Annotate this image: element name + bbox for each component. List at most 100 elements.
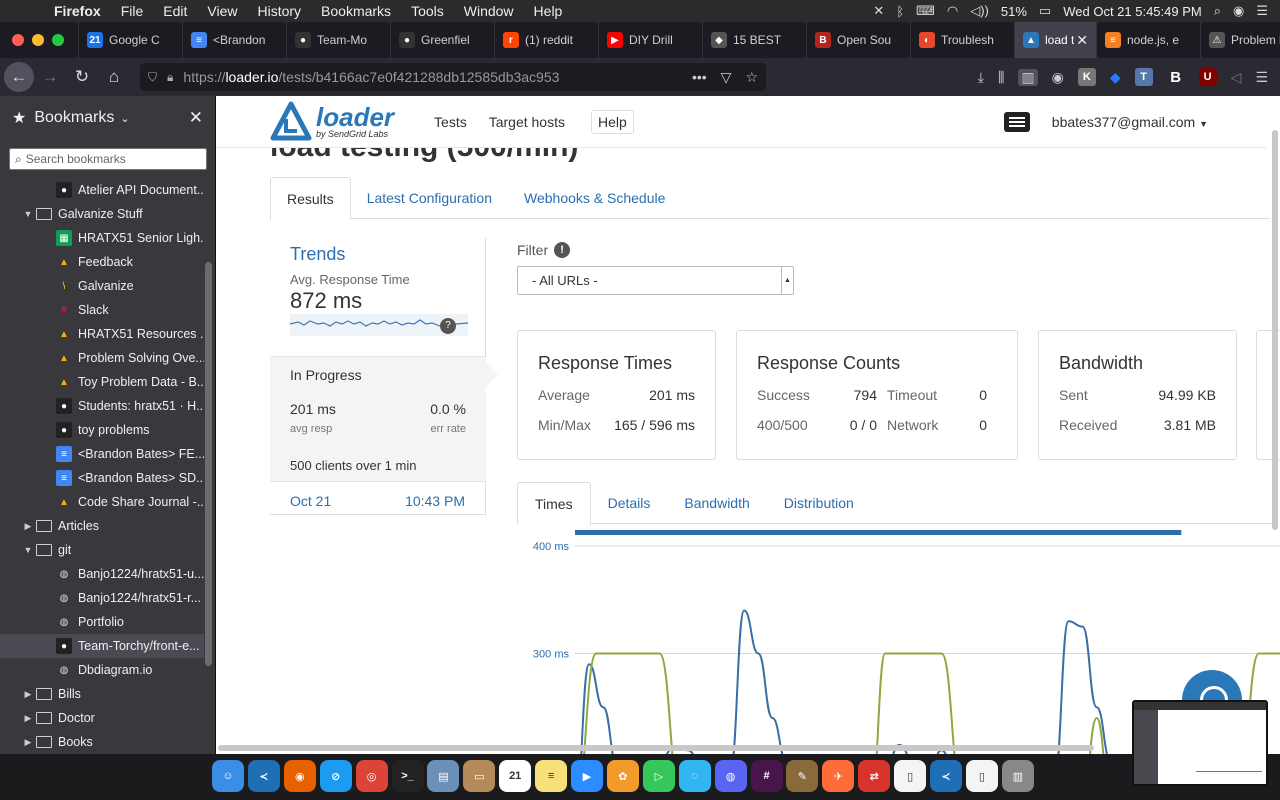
back-button[interactable]: ← [4,62,34,92]
bookmark-folder[interactable]: ▶ Articles [0,514,204,538]
tab-webhooks-schedule[interactable]: Webhooks & Schedule [508,177,681,219]
dock-app-terminal[interactable]: >_ [391,760,424,792]
bookmark-folder[interactable]: ▼ Galvanize Stuff [0,202,204,226]
chevron-down-icon[interactable]: ⌄ [120,112,129,125]
keyboard-icon[interactable]: ⌨ [916,3,935,19]
menu-tools[interactable]: Tools [401,3,454,19]
notification-center-icon[interactable]: ☰ [1256,3,1268,19]
dock-app-zoom[interactable]: ▶ [571,760,603,792]
dock-app-photos[interactable]: ✿ [606,760,639,792]
bookmark-item[interactable]: # Slack [0,298,204,322]
bookmark-folder[interactable]: ▶ Bills [0,682,204,706]
browser-tab[interactable]: ≡ node.js, e [1096,22,1200,58]
browser-tab[interactable]: ⚠ Problem l [1200,22,1280,58]
menu-file[interactable]: File [111,3,154,19]
bookmark-item[interactable]: ▲ Feedback [0,250,204,274]
bookmark-star-icon[interactable]: ☆ [745,69,758,86]
bookmark-item[interactable]: ◍ Dbdiagram.io [0,658,204,682]
url-filter-select[interactable]: - All URLs - ▲ [517,266,794,295]
chevron-right-icon[interactable]: ▶ [20,689,36,700]
menu-icon[interactable]: ☰ [1255,69,1268,86]
dock-app-trash[interactable]: ▥ [1001,760,1034,792]
url-bar[interactable]: ⛉ 🔒︎ https://loader.io/tests/b4166ac7e0f… [140,63,766,91]
browser-tab[interactable]: ◆ 15 BEST [702,22,806,58]
dock-app-preview[interactable]: ▤ [427,760,460,792]
ublock-icon[interactable]: U [1198,68,1217,86]
shield-icon[interactable]: ⛉ [148,70,157,85]
dock-app-messages[interactable]: ◌ [678,760,711,792]
browser-tab[interactable]: ● Greenfiel [390,22,494,58]
dock-app-document[interactable]: ▯ [965,760,998,792]
bookmark-item[interactable]: ▲ Problem Solving Ove... [0,346,204,370]
tab-bandwidth[interactable]: Bandwidth [667,482,766,524]
dock-app-finder[interactable]: ☺ [212,760,244,792]
wifi-icon[interactable]: ◠ [947,3,958,19]
account-icon[interactable]: ◉ [1052,69,1064,86]
nav-tests-link[interactable]: Tests [434,114,467,130]
menubar-clock[interactable]: Wed Oct 21 5:45:49 PM [1063,4,1202,19]
extension-1-icon[interactable]: K [1077,68,1096,86]
lock-icon[interactable]: 🔒︎ [167,70,173,85]
battery-percent[interactable]: 51% [1001,4,1027,19]
browser-tab[interactable]: ▶ DIY Drill [598,22,702,58]
user-menu[interactable]: bbates377@gmail.com ▼ [1052,114,1208,130]
loader-logo[interactable]: loader by SendGrid Labs [270,101,394,143]
siri-icon[interactable]: ◉ [1233,3,1244,19]
screenshot-thumbnail[interactable] [1132,700,1268,786]
menu-view[interactable]: View [197,3,247,19]
tab-times[interactable]: Times [517,482,591,525]
bookmark-item[interactable]: ◍ Portfolio [0,610,204,634]
dock-app-contacts[interactable]: ▭ [463,760,496,792]
tab-details[interactable]: Details [591,482,668,524]
menu-history[interactable]: History [247,3,311,19]
trends-title[interactable]: Trends [290,244,345,265]
filter-info-icon[interactable]: ! [554,242,571,258]
dock-app-postman[interactable]: ✈ [822,760,855,792]
close-window-button[interactable] [12,34,24,46]
browser-tab[interactable]: ◐ Troublesh [910,22,1014,58]
browser-tab[interactable]: ▲ load t ✕ [1014,22,1096,58]
tab-distribution[interactable]: Distribution [767,482,871,524]
bookmark-folder[interactable]: ▼ git [0,538,204,562]
browser-tab[interactable]: ● Team-Mo [286,22,390,58]
dock-app-vs-code-2[interactable]: ≺ [930,760,962,792]
dock-app-firefox[interactable]: ◉ [283,760,316,792]
bookmark-folder[interactable]: ▶ Doctor [0,706,204,730]
chevron-right-icon[interactable]: ▶ [20,737,36,748]
reload-button[interactable]: ↻ [66,61,98,93]
volume-icon[interactable]: ◁)) [970,3,989,19]
vertical-scrollbar[interactable] [1272,130,1278,530]
pocket-icon[interactable]: ▽ [721,69,732,86]
bluetooth-icon[interactable]: ᛒ [896,4,904,19]
forward-button[interactable]: → [34,61,66,93]
extension-t-icon[interactable]: T [1134,68,1153,86]
nav-help-button[interactable]: Help [590,109,634,134]
chevron-down-icon[interactable]: ▼ [20,545,36,555]
close-sidebar-icon[interactable]: ✕ [189,108,203,128]
dock-app-notes[interactable]: ≡ [535,760,568,792]
downloads-icon[interactable]: ⤓ [978,69,984,86]
browser-tab[interactable]: r (1) reddit [494,22,598,58]
dock-app-chrome[interactable]: ◎ [355,760,388,792]
bookmark-item[interactable]: ≡ <Brandon Bates> FE... [0,442,204,466]
bookmark-item[interactable]: ▲ Toy Problem Data - B... [0,370,204,394]
menu-help[interactable]: Help [524,3,573,19]
bookmark-folder[interactable]: ▶ Books [0,730,204,754]
tab-latest-configuration[interactable]: Latest Configuration [351,177,508,219]
bookmark-item[interactable]: ● toy problems [0,418,204,442]
home-button[interactable]: ⌂ [98,61,130,93]
page-actions-icon[interactable]: ••• [692,69,707,86]
dock-app-remote-desktop[interactable]: ⇄ [858,760,891,792]
run-time[interactable]: 10:43 PM [405,493,465,509]
chat-icon[interactable] [1003,111,1030,132]
bookmarks-search-input[interactable]: ⌕ Search bookmarks [9,148,207,170]
menu-window[interactable]: Window [454,3,524,19]
sidebar-toggle-icon[interactable]: ▥ [1018,68,1038,86]
nav-target-hosts-link[interactable]: Target hosts [489,114,565,130]
browser-tab[interactable]: ≡ <Brandon [182,22,286,58]
dock-app-facetime[interactable]: ▷ [642,760,675,792]
bookmark-item[interactable]: ● Atelier API Document... [0,178,204,202]
tab-results[interactable]: Results [270,177,351,220]
dock-app-vs-code[interactable]: ≺ [247,760,280,792]
dock-app-calendar[interactable]: 21 [499,760,532,792]
